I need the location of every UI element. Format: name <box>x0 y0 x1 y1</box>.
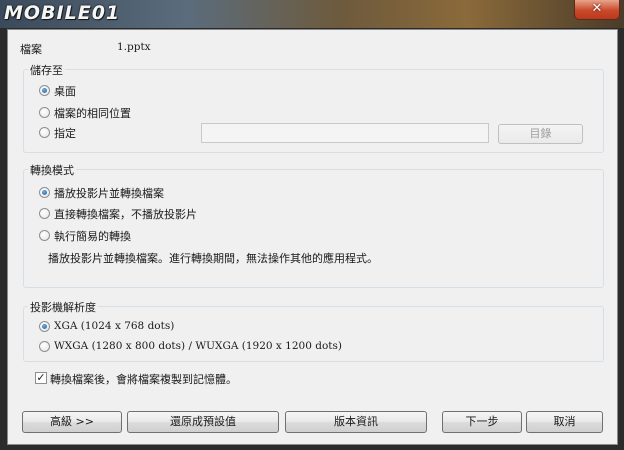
radio-resolution-xga[interactable] <box>39 321 50 332</box>
copy-to-memory-label: 轉換檔案後，會將檔案複製到記憶體。 <box>50 373 237 386</box>
radio-save-specify[interactable] <box>39 127 50 138</box>
convert-mode-description: 播放投影片並轉換檔案。進行轉換期間，無法操作其他的應用程式。 <box>48 252 378 265</box>
convert-mode-title: 轉換模式 <box>28 162 76 178</box>
radio-resolution-wxga-label: WXGA (1280 x 800 dots) / WUXGA (1920 x 1… <box>54 340 342 352</box>
radio-resolution-xga-label: XGA (1024 x 768 dots) <box>54 320 175 332</box>
radio-mode-play-convert-label: 播放投影片並轉換檔案 <box>54 187 164 200</box>
radio-save-specify-label: 指定 <box>54 127 76 140</box>
mobile01-logo: MOBILE01 <box>4 2 121 24</box>
file-name: 1.pptx <box>117 41 151 53</box>
radio-mode-simple-convert-label: 執行簡易的轉換 <box>54 230 131 243</box>
version-info-button[interactable]: 版本資訊 <box>285 411 427 433</box>
radio-mode-direct-convert-label: 直接轉換檔案，不播放投影片 <box>54 208 197 221</box>
browse-folder-button[interactable]: 目錄 <box>498 124 583 144</box>
radio-mode-simple-convert[interactable] <box>39 230 50 241</box>
close-button[interactable]: ✕ <box>574 0 620 20</box>
resolution-title: 投影機解析度 <box>28 299 98 315</box>
radio-resolution-wxga[interactable] <box>39 341 50 352</box>
radio-save-same-location-label: 檔案的相同位置 <box>54 107 131 120</box>
radio-mode-play-convert[interactable] <box>39 187 50 198</box>
radio-save-same-location[interactable] <box>39 107 50 118</box>
title-bar: MOBILE01 ✕ <box>0 0 624 28</box>
radio-mode-direct-convert[interactable] <box>39 208 50 219</box>
cancel-button[interactable]: 取消 <box>526 411 603 433</box>
dialog-client-area: 檔案 1.pptx 儲存至 桌面 檔案的相同位置 指定 目錄 轉換模式 播放投影… <box>7 29 618 445</box>
radio-save-desktop[interactable] <box>39 85 50 96</box>
radio-save-desktop-label: 桌面 <box>54 85 76 98</box>
copy-to-memory-checkbox[interactable]: ✓ <box>35 372 47 384</box>
resolution-group <box>23 306 604 362</box>
save-to-title: 儲存至 <box>28 62 65 78</box>
save-path-input[interactable] <box>201 123 489 143</box>
next-button[interactable]: 下一步 <box>442 411 522 433</box>
checkmark-icon: ✓ <box>36 371 46 384</box>
advanced-button[interactable]: 高級 >> <box>22 411 122 433</box>
file-label: 檔案 <box>20 43 42 56</box>
restore-defaults-button[interactable]: 還原成預設值 <box>127 411 279 433</box>
